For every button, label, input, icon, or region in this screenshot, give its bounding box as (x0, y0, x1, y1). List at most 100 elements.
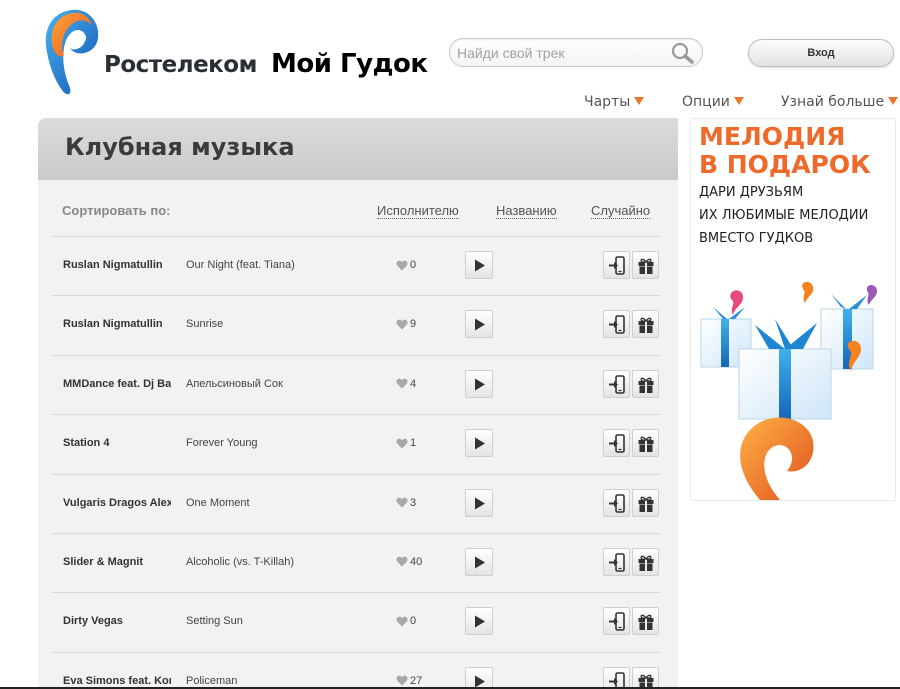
nav-learn-more[interactable]: Узнай больше (781, 94, 899, 112)
track-likes[interactable]: 27 (396, 675, 422, 687)
search-button[interactable] (670, 41, 696, 65)
track-title[interactable]: One Moment (186, 497, 356, 509)
set-ringtone-button[interactable] (603, 369, 630, 398)
heart-icon (396, 497, 408, 508)
play-button[interactable] (465, 429, 493, 458)
track-title[interactable]: Forever Young (186, 437, 356, 449)
track-artist[interactable]: Slider & Magnit (63, 556, 171, 568)
login-button[interactable]: Вход (748, 39, 894, 67)
track-artist[interactable]: MMDance feat. Dj Ba (63, 378, 171, 390)
gift-icon (638, 615, 654, 631)
play-icon (475, 259, 485, 272)
track-likes[interactable]: 9 (396, 318, 416, 330)
gift-button[interactable] (632, 429, 659, 458)
nav-charts[interactable]: Чарты (584, 94, 645, 112)
set-ringtone-button[interactable] (603, 429, 630, 458)
track-row: Dirty Vegas Setting Sun 0 (52, 592, 660, 651)
promo-text: ДАРИ ДРУЗЬЯМ ИХ ЛЮБИМЫЕ МЕЛОДИИ ВМЕСТО Г… (699, 181, 868, 250)
track-title[interactable]: Sunrise (186, 318, 356, 330)
search-box (449, 38, 703, 67)
track-likes[interactable]: 4 (396, 378, 416, 390)
heart-icon (396, 260, 408, 270)
promo-text-line-3: ВМЕСТО ГУДКОВ (699, 231, 814, 246)
set-ringtone-button[interactable] (603, 310, 630, 339)
gift-icon (638, 377, 654, 393)
likes-count: 9 (410, 318, 417, 331)
gift-button[interactable] (632, 666, 659, 689)
heart-icon (396, 557, 408, 567)
sort-random[interactable]: Случайно (591, 203, 651, 219)
search-input[interactable] (457, 43, 665, 63)
likes-count: 0 (410, 615, 417, 628)
track-likes[interactable]: 3 (396, 497, 416, 509)
track-list: Ruslan Nigmatullin Our Night (feat. Tian… (52, 236, 660, 689)
track-title[interactable]: Setting Sun (186, 615, 356, 627)
gift-button[interactable] (632, 607, 659, 636)
music-panel: Клубная музыка Сортировать по: Исполните… (38, 118, 678, 689)
set-ringtone-icon (609, 553, 625, 572)
gift-boxes-illustration (700, 281, 877, 500)
gift-button[interactable] (632, 369, 659, 398)
gift-button[interactable] (632, 547, 659, 576)
heart-icon (396, 438, 408, 449)
track-row: Vulgaris Dragos Alex One Moment 3 (52, 473, 660, 533)
likes-count: 27 (410, 674, 423, 687)
nav-learn-more-label: Узнай больше (781, 94, 885, 110)
track-artist[interactable]: Dirty Vegas (63, 615, 171, 627)
nav-options[interactable]: Опции (682, 94, 744, 112)
promo-text-line-2: ИХ ЛЮБИМЫЕ МЕЛОДИИ (699, 208, 869, 223)
track-artist[interactable]: Eva Simons feat. Kon (63, 675, 171, 687)
play-button[interactable] (465, 488, 493, 517)
set-ringtone-button[interactable] (603, 607, 630, 636)
track-row: Ruslan Nigmatullin Our Night (feat. Tian… (52, 236, 660, 295)
sort-by-title[interactable]: Названию (496, 203, 557, 219)
likes-count: 1 (410, 437, 417, 450)
track-artist[interactable]: Vulgaris Dragos Alex (63, 497, 171, 509)
gift-button[interactable] (632, 310, 659, 339)
set-ringtone-button[interactable] (603, 547, 630, 576)
heart-icon (396, 616, 408, 627)
set-ringtone-icon (609, 612, 625, 632)
track-title[interactable]: Апельсиновый Сок (186, 378, 356, 390)
play-button[interactable] (465, 310, 493, 339)
promo-headline: МЕЛОДИЯ В ПОДАРОК (699, 123, 871, 179)
track-title[interactable]: Our Night (feat. Tiana) (186, 259, 356, 271)
track-artist[interactable]: Station 4 (63, 437, 171, 449)
promo-headline-line-1: МЕЛОДИЯ (699, 122, 846, 151)
rostelecom-logo[interactable] (42, 8, 106, 98)
track-likes[interactable]: 1 (396, 437, 416, 449)
set-ringtone-icon (609, 315, 625, 335)
promo-headline-line-2: В ПОДАРОК (699, 150, 871, 179)
track-title[interactable]: Policeman (186, 675, 356, 687)
track-artist[interactable]: Ruslan Nigmatullin (63, 318, 171, 330)
set-ringtone-button[interactable] (603, 251, 630, 279)
play-button[interactable] (465, 547, 493, 576)
likes-count: 3 (410, 496, 417, 509)
gift-button[interactable] (632, 251, 659, 279)
track-artist[interactable]: Ruslan Nigmatullin (63, 259, 171, 271)
likes-count: 40 (410, 555, 423, 568)
play-button[interactable] (465, 666, 493, 689)
product-name: Мой Гудок (271, 49, 428, 79)
triangle-down-icon (733, 97, 744, 105)
play-icon (475, 615, 485, 628)
sort-label: Сортировать по: (62, 203, 171, 218)
likes-count: 0 (410, 259, 417, 271)
play-button[interactable] (465, 607, 493, 636)
track-likes[interactable]: 40 (396, 556, 422, 568)
brand-name: Ростелеком (104, 52, 257, 78)
play-button[interactable] (465, 251, 493, 279)
panel-header: Клубная музыка (38, 118, 678, 180)
sort-by-artist[interactable]: Исполнителю (377, 203, 459, 219)
track-likes[interactable]: 0 (396, 259, 416, 271)
play-icon (475, 378, 485, 391)
track-title[interactable]: Alcoholic (vs. T-Killah) (186, 556, 356, 568)
set-ringtone-button[interactable] (603, 488, 630, 517)
heart-icon (396, 675, 408, 686)
track-likes[interactable]: 0 (396, 615, 416, 627)
gift-button[interactable] (632, 488, 659, 517)
play-icon (475, 556, 485, 569)
play-button[interactable] (465, 369, 493, 398)
set-ringtone-button[interactable] (603, 666, 630, 689)
promo-banner[interactable]: МЕЛОДИЯ В ПОДАРОК ДАРИ ДРУЗЬЯМ ИХ ЛЮБИМЫ… (690, 118, 896, 501)
